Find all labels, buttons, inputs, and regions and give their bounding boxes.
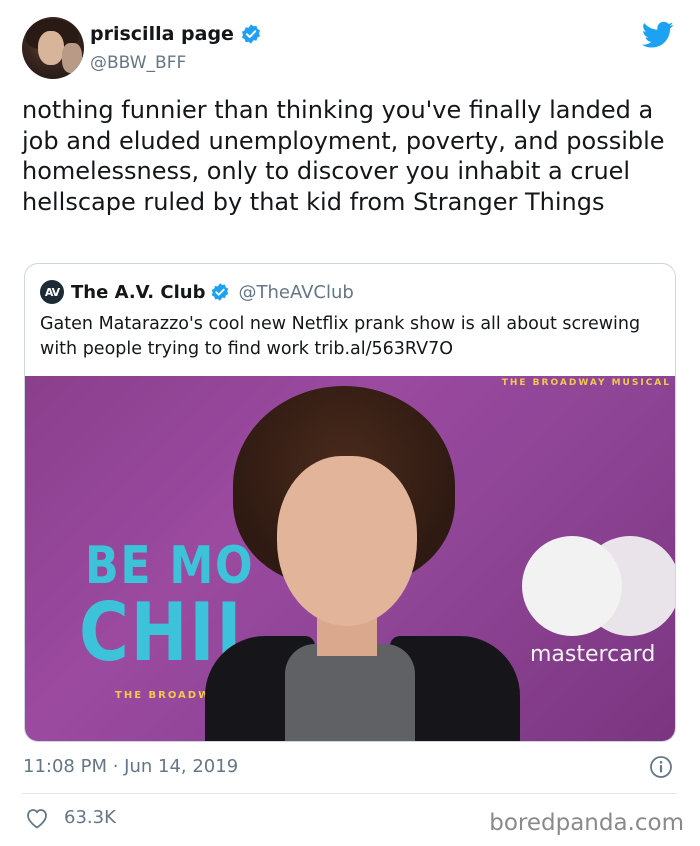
quoted-tweet-photo[interactable]: THE BROADWAY MUSICAL BE MO CHIL THE BROA… [25,376,675,741]
user-handle[interactable]: @BBW_BFF [90,53,186,73]
person-portrait [185,386,520,741]
tweet-text: nothing funnier than thinking you've fin… [22,96,665,216]
heart-icon[interactable] [25,807,49,829]
quoted-display-name[interactable]: The A.V. Club [71,282,205,303]
info-icon[interactable] [649,755,673,779]
backdrop-top-text: THE BROADWAY MUSICAL [501,378,671,388]
avatar[interactable] [22,17,84,79]
verified-badge-icon [212,283,229,301]
name-row: priscilla page [90,23,262,45]
tweet-header: priscilla page @BBW_BFF [22,17,682,81]
quoted-tweet-header: AV The A.V. Club @TheAVClub [40,280,354,304]
verified-badge-icon [241,24,260,44]
quoted-tweet-text: Gaten Matarazzo's cool new Netflix prank… [40,314,641,359]
mastercard-logo [522,536,675,636]
tweet-timestamp[interactable]: 11:08 PM · Jun 14, 2019 [23,756,238,777]
watermark: boredpanda.com [489,810,684,836]
av-club-avatar[interactable]: AV [40,280,64,304]
twitter-bird-icon[interactable] [642,21,674,49]
display-name[interactable]: priscilla page [90,23,234,45]
divider [22,793,677,794]
like-count: 63.3K [64,807,116,828]
quoted-user-handle[interactable]: @TheAVClub [238,282,353,303]
quoted-tweet[interactable]: AV The A.V. Club @TheAVClub Gaten Matara… [24,263,676,742]
mastercard-wordmark: mastercard [530,642,656,667]
